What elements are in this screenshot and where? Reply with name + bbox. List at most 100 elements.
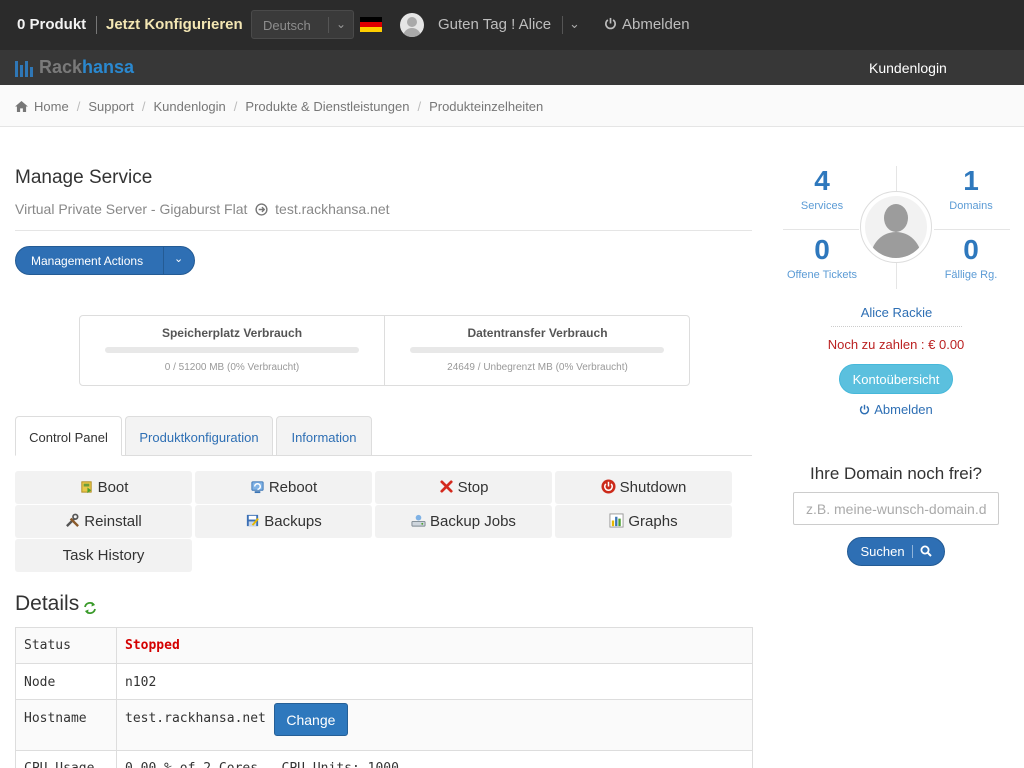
task-history-button[interactable]: Task History bbox=[15, 539, 192, 572]
stat-label: Offene Tickets bbox=[786, 269, 858, 281]
chevron-down-icon: ⌄ bbox=[336, 17, 347, 31]
disk-usage-value: 0 / 51200 MB (0% Verbraucht) bbox=[164, 362, 300, 373]
language-select[interactable]: Deutsch ⌄ bbox=[251, 10, 354, 39]
management-actions-button[interactable]: Management Actions ⌄ bbox=[15, 246, 195, 275]
shutdown-icon bbox=[601, 479, 616, 494]
stat-invoices[interactable]: 0 Fällige Rg. bbox=[932, 234, 1010, 281]
change-hostname-button[interactable]: Change bbox=[273, 703, 348, 736]
page-title: Manage Service bbox=[15, 167, 153, 188]
user-greeting[interactable]: Guten Tag ! Alice bbox=[438, 16, 551, 33]
amount-due: Noch zu zahlen : € 0.00 bbox=[827, 337, 965, 352]
domain-search-heading: Ihre Domain noch frei? bbox=[810, 464, 982, 483]
brand-bar: Rackhansa Kundenlogin bbox=[0, 50, 1024, 85]
reinstall-button[interactable]: Reinstall bbox=[15, 505, 192, 538]
stat-tickets[interactable]: 0 Offene Tickets bbox=[783, 234, 861, 281]
stop-button[interactable]: Stop bbox=[375, 471, 552, 504]
traffic-usage-value: 24649 / Unbegrenzt MB (0% Verbraucht) bbox=[447, 362, 628, 373]
detail-key: CPU Usage bbox=[15, 750, 117, 768]
graphs-button[interactable]: Graphs bbox=[555, 505, 732, 538]
home-icon bbox=[15, 101, 28, 112]
stat-label: Domains bbox=[949, 200, 993, 212]
backups-button[interactable]: Backups bbox=[195, 505, 372, 538]
disk-usage-bar bbox=[105, 347, 359, 353]
boot-button[interactable]: Boot bbox=[15, 471, 192, 504]
tools-icon bbox=[66, 513, 80, 527]
stop-icon bbox=[439, 480, 453, 493]
search-label: Suchen bbox=[860, 544, 905, 559]
breadcrumb-produkte[interactable]: Produkte & Dienstleistungen bbox=[245, 99, 409, 114]
stats-divider bbox=[934, 229, 1010, 230]
language-value: Deutsch bbox=[263, 18, 311, 33]
select-divider bbox=[328, 17, 329, 33]
client-name[interactable]: Alice Rackie bbox=[831, 305, 962, 320]
refresh-icon[interactable] bbox=[83, 601, 97, 615]
shutdown-button[interactable]: Shutdown bbox=[555, 471, 732, 504]
detail-key: Hostname bbox=[15, 699, 117, 751]
divider bbox=[831, 326, 962, 327]
detail-key: Node bbox=[15, 663, 117, 700]
power-icon bbox=[605, 17, 616, 30]
graphs-icon bbox=[609, 513, 624, 528]
table-row: Node n102 bbox=[15, 663, 753, 700]
disk-usage-label: Speicherplatz Verbrauch bbox=[161, 326, 303, 340]
traffic-usage-bar bbox=[410, 347, 664, 353]
table-row: Hostname test.rackhansa.net Change bbox=[15, 699, 753, 751]
backups-icon bbox=[247, 514, 260, 527]
detail-value: 0.00 % of 2 Cores , CPU Units: 1000 bbox=[116, 750, 753, 768]
reboot-icon bbox=[251, 481, 264, 494]
user-avatar[interactable] bbox=[400, 13, 424, 37]
cart-link[interactable]: 0 Produkt bbox=[17, 16, 86, 33]
divider bbox=[15, 230, 752, 231]
status-value: Stopped bbox=[116, 627, 753, 664]
german-flag-icon[interactable] bbox=[360, 17, 382, 32]
tab-information[interactable]: Information bbox=[276, 416, 372, 456]
logo-bars-icon bbox=[15, 59, 33, 77]
table-row: CPU Usage 0.00 % of 2 Cores , CPU Units:… bbox=[15, 750, 753, 768]
logout-link[interactable]: Abmelden bbox=[604, 16, 690, 33]
sidebar-logout-link[interactable]: Abmelden bbox=[783, 402, 1009, 417]
topbar-divider bbox=[96, 16, 97, 34]
nav-kundenlogin[interactable]: Kundenlogin bbox=[869, 60, 947, 76]
usage-panel: Speicherplatz Verbrauch 0 / 51200 MB (0%… bbox=[79, 315, 690, 386]
domain-search-button[interactable]: Suchen bbox=[847, 537, 945, 566]
tab-control-panel[interactable]: Control Panel bbox=[15, 416, 122, 456]
disk-usage: Speicherplatz Verbrauch 0 / 51200 MB (0%… bbox=[80, 316, 385, 385]
domain-search-input[interactable] bbox=[793, 492, 999, 525]
stat-label: Services bbox=[800, 200, 844, 212]
stat-count: 4 bbox=[814, 165, 830, 196]
detail-key: Status bbox=[15, 627, 117, 664]
brand-name: Rackhansa bbox=[39, 57, 135, 77]
stat-count: 1 bbox=[963, 165, 979, 196]
detail-value: n102 bbox=[116, 663, 753, 700]
reboot-button[interactable]: Reboot bbox=[195, 471, 372, 504]
avatar bbox=[860, 191, 932, 263]
top-bar: 0 Produkt Jetzt Konfigurieren Deutsch ⌄ … bbox=[0, 0, 1024, 50]
stat-count: 0 bbox=[963, 234, 979, 265]
traffic-usage: Datentransfer Verbrauch 24649 / Unbegren… bbox=[385, 316, 690, 385]
management-actions-label: Management Actions bbox=[31, 254, 144, 268]
tab-produktkonfiguration[interactable]: Produktkonfiguration bbox=[125, 416, 273, 456]
backup-jobs-button[interactable]: Backup Jobs bbox=[375, 505, 552, 538]
stat-services[interactable]: 4 Services bbox=[783, 165, 861, 212]
stat-label: Fällige Rg. bbox=[944, 269, 998, 281]
hostname-cell: test.rackhansa.net Change bbox=[116, 699, 753, 751]
breadcrumb-support[interactable]: Support bbox=[88, 99, 134, 114]
breadcrumb-current: Produkteinzelheiten bbox=[429, 99, 544, 114]
search-icon bbox=[920, 545, 932, 557]
traffic-usage-label: Datentransfer Verbrauch bbox=[467, 326, 608, 340]
service-domain: test.rackhansa.net bbox=[275, 201, 390, 217]
account-overview-button[interactable]: Kontoübersicht bbox=[839, 364, 953, 394]
breadcrumb-bar: Home / Support / Kundenlogin / Produkte & Dien… bbox=[0, 85, 1024, 127]
detail-value: test.rackhansa.net bbox=[125, 711, 266, 726]
details-title: Details bbox=[15, 592, 80, 615]
logout-label: Abmelden bbox=[874, 402, 933, 417]
stat-domains[interactable]: 1 Domains bbox=[932, 165, 1010, 212]
breadcrumb-kundenlogin[interactable]: Kundenlogin bbox=[153, 99, 225, 114]
logout-label: Abmelden bbox=[622, 16, 690, 33]
chevron-down-icon[interactable]: ⌄ bbox=[569, 16, 580, 32]
configure-link[interactable]: Jetzt Konfigurieren bbox=[106, 16, 243, 33]
chevron-down-icon[interactable]: ⌄ bbox=[174, 252, 183, 265]
details-table: Status Stopped Node n102 Hostname test.r… bbox=[15, 627, 753, 768]
backup-jobs-icon bbox=[411, 514, 426, 527]
breadcrumb-home[interactable]: Home bbox=[34, 99, 69, 114]
